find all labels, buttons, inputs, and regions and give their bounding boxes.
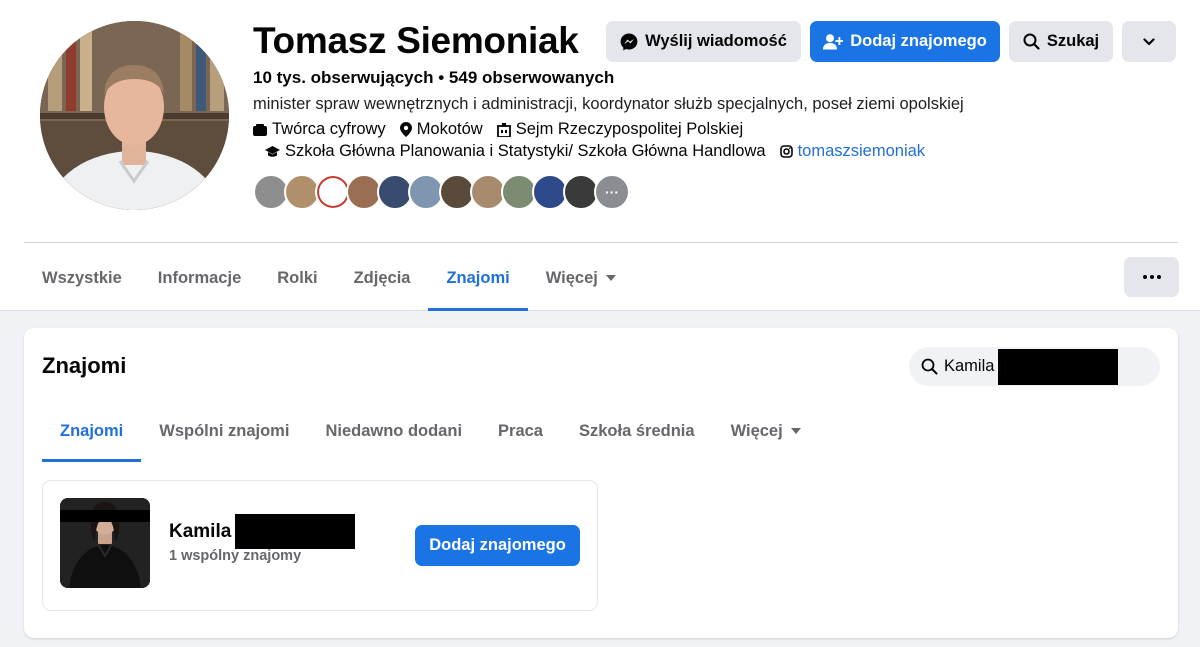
add-friend-label: Dodaj znajomego bbox=[850, 32, 987, 50]
tab-label: Informacje bbox=[157, 268, 242, 287]
tab-reels[interactable]: Rolki bbox=[259, 246, 335, 310]
friend-first-name: Kamila bbox=[169, 520, 232, 542]
search-value: Kamila bbox=[944, 357, 995, 375]
stats-separator: • bbox=[438, 68, 445, 87]
caret-down-icon bbox=[790, 428, 801, 434]
tab-label: Zdjęcia bbox=[353, 268, 411, 287]
send-message-label: Wyślij wiadomość bbox=[645, 32, 787, 50]
profile-bio: minister spraw wewnętrznych i administra… bbox=[253, 95, 964, 113]
profile-facts: Twórca cyfrowy Mokotów Sejm Rzeczypospol… bbox=[253, 120, 743, 139]
more-actions-button[interactable] bbox=[1122, 21, 1176, 62]
fact-creator-label: Twórca cyfrowy bbox=[272, 120, 386, 138]
friends-tab-recent[interactable]: Niedawno dodani bbox=[307, 400, 480, 462]
fact-location-label[interactable]: Mokotów bbox=[417, 120, 483, 139]
tab-all[interactable]: Wszystkie bbox=[24, 246, 140, 310]
messenger-icon bbox=[620, 33, 638, 50]
add-friend-button[interactable]: Dodaj znajomego bbox=[810, 21, 1000, 62]
friend-mutual-count[interactable]: 1 wspólny znajomy bbox=[169, 548, 301, 564]
friends-search-input[interactable]: Kamila bbox=[909, 347, 1160, 386]
search-icon bbox=[921, 358, 938, 375]
tab-label: Więcej bbox=[545, 268, 598, 287]
location-pin-icon bbox=[399, 122, 412, 137]
friends-tabs: Znajomi Wspólni znajomi Niedawno dodani … bbox=[42, 400, 819, 462]
send-message-button[interactable]: Wyślij wiadomość bbox=[606, 21, 801, 62]
tab-info[interactable]: Informacje bbox=[140, 246, 259, 310]
building-icon bbox=[496, 122, 511, 137]
dot bbox=[1149, 275, 1154, 279]
tab-friends[interactable]: Znajomi bbox=[428, 246, 528, 311]
mutual-more-button[interactable]: ··· bbox=[594, 174, 630, 210]
tab-label: Szkoła średnia bbox=[579, 421, 695, 440]
friend-name[interactable]: Kamila bbox=[169, 514, 356, 549]
follow-stats: 10 tys. obserwujących • 549 obserwowanyc… bbox=[253, 68, 614, 88]
fact-work: Sejm Rzeczypospolitej Polskiej bbox=[496, 120, 743, 139]
friends-section-title: Znajomi bbox=[42, 353, 127, 378]
friends-tab-all[interactable]: Znajomi bbox=[42, 400, 142, 462]
tab-label: Praca bbox=[498, 421, 543, 440]
caret-down-icon bbox=[605, 275, 616, 281]
tab-label: Znajomi bbox=[60, 421, 124, 440]
friend-add-button[interactable]: Dodaj znajomego bbox=[415, 525, 580, 566]
profile-menu-button[interactable] bbox=[1124, 257, 1179, 297]
dot bbox=[1156, 275, 1161, 279]
header-divider bbox=[24, 242, 1178, 243]
tab-label: Znajomi bbox=[446, 268, 510, 287]
tab-label: Wspólni znajomi bbox=[159, 421, 290, 440]
search-profile-button[interactable]: Szukaj bbox=[1009, 21, 1113, 62]
instagram-icon bbox=[779, 145, 793, 158]
tab-label: Wszystkie bbox=[42, 268, 122, 287]
tab-label: Niedawno dodani bbox=[325, 421, 463, 440]
redaction-bar bbox=[235, 514, 356, 549]
profile-avatar[interactable] bbox=[40, 21, 229, 210]
creator-icon bbox=[253, 123, 267, 136]
graduation-cap-icon bbox=[265, 145, 280, 157]
friend-result-card: Kamila 1 wspólny znajomy Dodaj znajomego bbox=[42, 480, 598, 611]
friend-photo[interactable] bbox=[60, 498, 150, 588]
following-count[interactable]: 549 obserwowanych bbox=[449, 68, 614, 87]
fact-education-label[interactable]: Szkoła Główna Planowania i Statystyki/ S… bbox=[285, 142, 766, 161]
tab-photos[interactable]: Zdjęcia bbox=[336, 246, 429, 310]
fact-instagram: tomaszsiemoniak bbox=[779, 142, 925, 161]
profile-header: Tomasz Siemoniak 10 tys. obserwujących •… bbox=[0, 0, 1200, 311]
profile-name: Tomasz Siemoniak bbox=[253, 20, 579, 61]
fact-location: Mokotów bbox=[399, 120, 483, 139]
followers-count[interactable]: 10 tys. obserwujących bbox=[253, 68, 433, 87]
instagram-link[interactable]: tomaszsiemoniak bbox=[798, 142, 925, 161]
chevron-down-icon bbox=[1143, 37, 1155, 45]
friends-tab-more[interactable]: Więcej bbox=[713, 400, 819, 462]
add-friend-icon bbox=[823, 33, 844, 49]
mutual-friends-avatars: ··· bbox=[253, 174, 630, 210]
profile-tabs: Wszystkie Informacje Rolki Zdjęcia Znajo… bbox=[24, 246, 634, 311]
tab-label: Więcej bbox=[730, 421, 783, 440]
search-icon bbox=[1023, 33, 1040, 50]
friends-tab-mutual[interactable]: Wspólni znajomi bbox=[141, 400, 307, 462]
friends-tab-high-school[interactable]: Szkoła średnia bbox=[561, 400, 713, 462]
friends-tab-work[interactable]: Praca bbox=[480, 400, 561, 462]
fact-creator: Twórca cyfrowy bbox=[253, 120, 386, 139]
profile-facts-2: Szkoła Główna Planowania i Statystyki/ S… bbox=[265, 142, 925, 161]
dot bbox=[1142, 275, 1147, 279]
friends-card: Znajomi Kamila Znajomi Wspólni znajomi N… bbox=[24, 328, 1178, 638]
redaction-bar bbox=[998, 348, 1119, 385]
fact-work-label[interactable]: Sejm Rzeczypospolitej Polskiej bbox=[516, 120, 743, 139]
fact-education: Szkoła Główna Planowania i Statystyki/ S… bbox=[265, 142, 766, 161]
search-profile-label: Szukaj bbox=[1046, 32, 1100, 50]
tab-label: Rolki bbox=[277, 268, 318, 287]
tab-more[interactable]: Więcej bbox=[528, 246, 634, 310]
